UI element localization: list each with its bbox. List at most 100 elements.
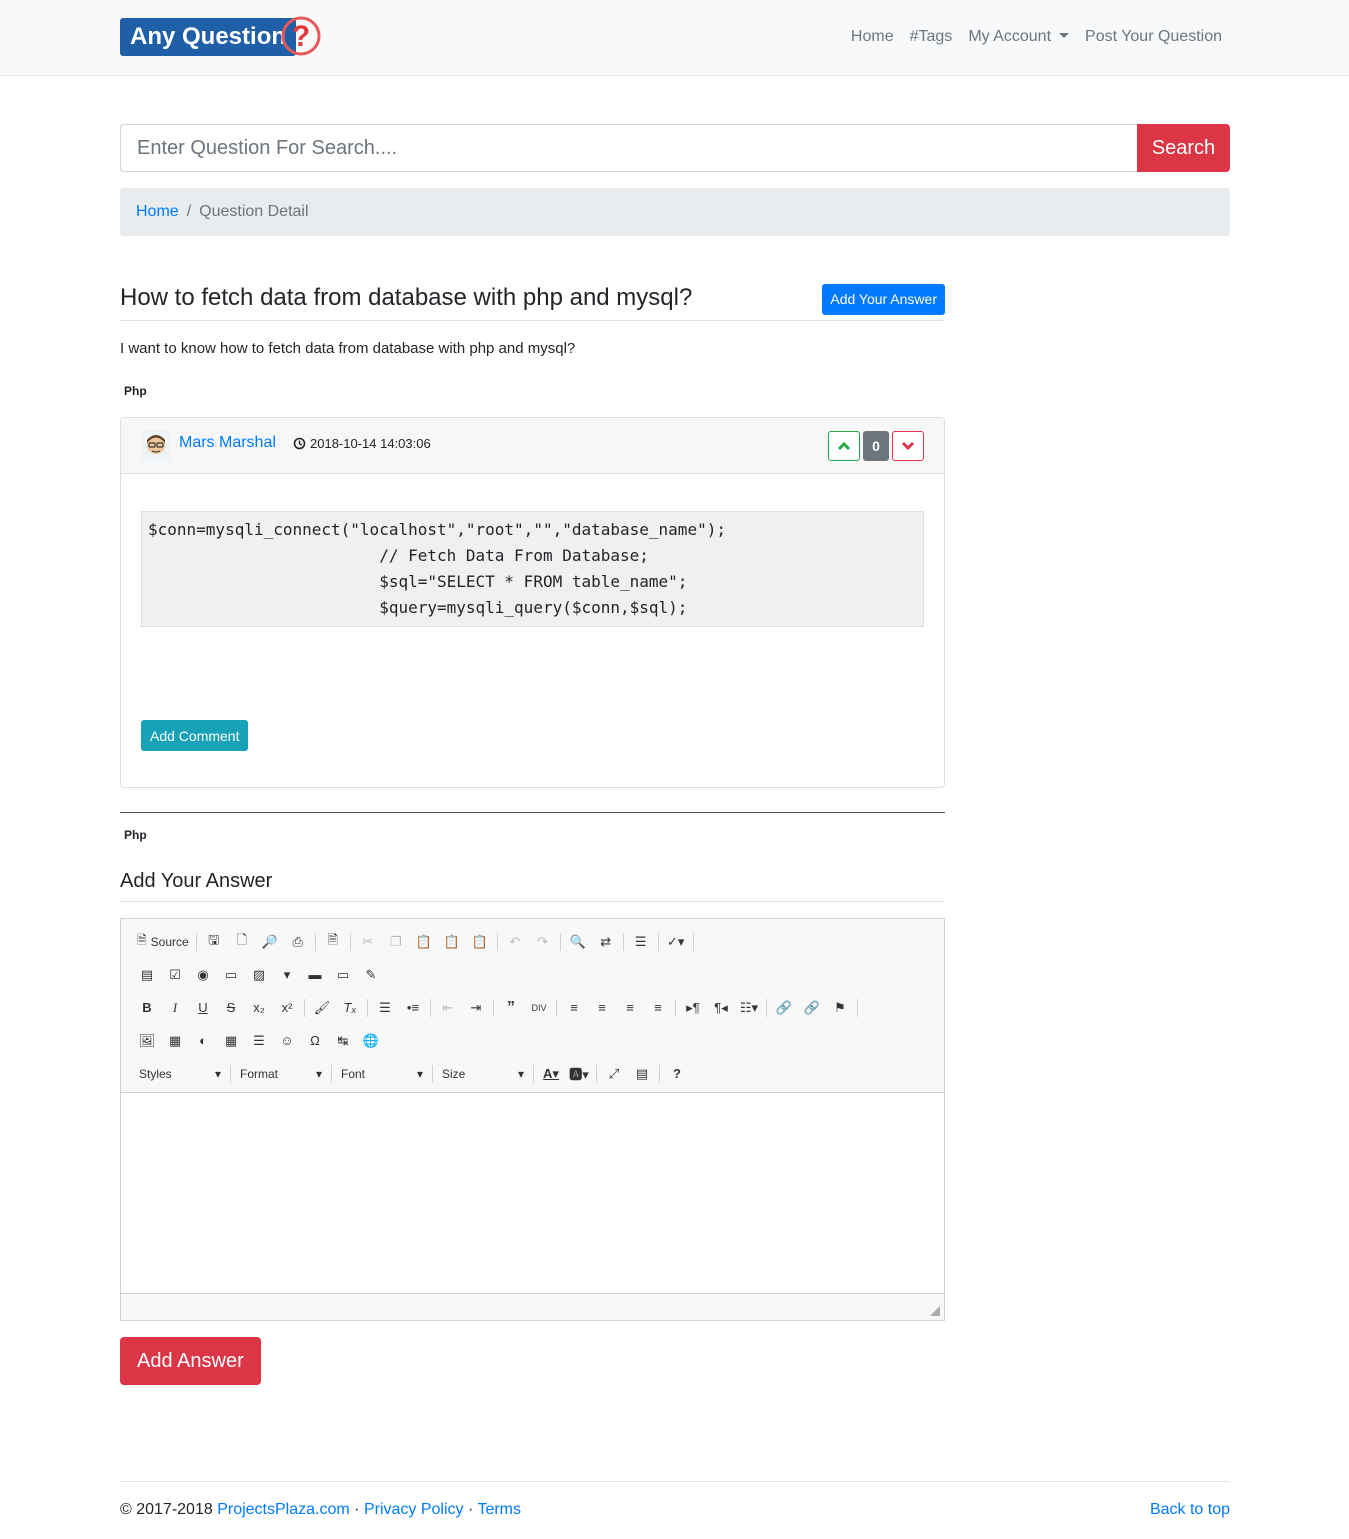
align-right-icon[interactable]: ≡ <box>616 996 644 1020</box>
footer-site-link[interactable]: ProjectsPlaza.com <box>217 1501 350 1518</box>
footer-privacy-link[interactable]: Privacy Policy <box>364 1501 464 1518</box>
source-button[interactable]: 🗎 Source <box>133 930 193 954</box>
subscript-icon[interactable]: x₂ <box>245 996 273 1020</box>
print-icon[interactable]: ⎙ <box>284 930 312 954</box>
help-icon[interactable]: ? <box>663 1062 691 1086</box>
toolbar-separator <box>559 932 561 951</box>
nav-home[interactable]: Home <box>851 24 894 50</box>
paste-word-icon[interactable]: 📋 <box>466 930 494 954</box>
link-icon[interactable]: 🔗 <box>770 996 798 1020</box>
undo-icon[interactable]: ↶ <box>501 930 529 954</box>
special-char-icon[interactable]: Ω <box>301 1029 329 1053</box>
answer-author[interactable]: Mars Marshal <box>179 434 276 452</box>
footer-terms-link[interactable]: Terms <box>477 1501 521 1518</box>
textfield-icon[interactable]: ▭ <box>217 963 245 987</box>
unlink-icon[interactable]: 🔗 <box>798 996 826 1020</box>
create-div-icon[interactable]: DIV <box>525 996 553 1020</box>
indent-icon[interactable]: ⇥ <box>462 996 490 1020</box>
language-icon[interactable]: ☷▾ <box>735 996 763 1020</box>
italic-icon[interactable]: I <box>161 996 189 1020</box>
save-icon[interactable]: 🖫 <box>200 930 228 954</box>
add-comment-button[interactable]: Add Comment <box>141 720 249 751</box>
page-break-icon[interactable]: ↹ <box>329 1029 357 1053</box>
add-answer-heading: Add Your Answer <box>120 870 273 892</box>
button-field-icon[interactable]: ▬ <box>301 963 329 987</box>
replace-icon[interactable]: ⇄ <box>592 930 620 954</box>
form-icon[interactable]: ▤ <box>133 963 161 987</box>
spellcheck-icon[interactable]: ✓▾ <box>662 930 690 954</box>
table-icon[interactable]: ▦ <box>217 1029 245 1053</box>
add-your-answer-button[interactable]: Add Your Answer <box>822 284 945 315</box>
anchor-flag-icon[interactable]: ⚑ <box>826 996 854 1020</box>
size-dropdown[interactable]: Size ▾ <box>436 1062 530 1086</box>
blockquote-icon[interactable]: ” <box>497 996 525 1020</box>
brand-logo[interactable]: Any Question ? <box>120 12 322 64</box>
numbered-list-icon[interactable]: ☰ <box>371 996 399 1020</box>
preview-icon[interactable]: 🔎 <box>256 930 284 954</box>
horizontal-line-icon[interactable]: ☰ <box>245 1029 273 1053</box>
bg-color-icon[interactable]: 🅰▾ <box>565 1062 593 1086</box>
question-title: How to fetch data from database with php… <box>120 284 693 311</box>
copy-format-icon[interactable]: 🖌 <box>308 996 336 1020</box>
superscript-icon[interactable]: x² <box>273 996 301 1020</box>
select-field-icon[interactable]: ▾ <box>273 963 301 987</box>
answer-card-header: Mars Marshal 2018-10-14 14:03:06 0 <box>121 418 944 474</box>
paste-text-icon[interactable]: 📋 <box>438 930 466 954</box>
downvote-button[interactable] <box>892 431 924 461</box>
iframe-globe-icon[interactable]: 🌐 <box>357 1029 385 1053</box>
strikethrough-icon[interactable]: S <box>217 996 245 1020</box>
copy-icon[interactable]: ❐ <box>382 930 410 954</box>
smiley-icon[interactable]: ☺ <box>273 1029 301 1053</box>
back-to-top-link[interactable]: Back to top <box>1150 1501 1230 1519</box>
checkbox-icon[interactable]: ☑ <box>161 963 189 987</box>
hidden-field-icon[interactable]: ✎ <box>357 963 385 987</box>
paste-icon[interactable]: 📋 <box>410 930 438 954</box>
maximize-icon[interactable]: ⤢ <box>600 1062 628 1086</box>
rtl-icon[interactable]: ¶◂ <box>707 996 735 1020</box>
font-dropdown[interactable]: Font ▾ <box>335 1062 429 1086</box>
editor-content-area[interactable] <box>121 1093 944 1293</box>
toolbar-row: ▤ ☑ ◉ ▭ ▨ ▾ ▬ ▭ ✎ <box>133 958 944 991</box>
image-button-icon[interactable]: ▭ <box>329 963 357 987</box>
new-page-icon[interactable]: 🗋 <box>228 930 256 954</box>
footer-dot: · <box>354 1501 360 1518</box>
format-dropdown[interactable]: Format ▾ <box>234 1062 328 1086</box>
question-mark-icon: ? <box>281 16 321 56</box>
resize-grip-icon[interactable] <box>930 1306 940 1316</box>
select-all-icon[interactable]: ☰ <box>627 930 655 954</box>
cut-icon[interactable]: ✂ <box>354 930 382 954</box>
search-button[interactable]: Search <box>1137 124 1230 172</box>
outdent-icon[interactable]: ⇤ <box>434 996 462 1020</box>
search-input[interactable] <box>120 124 1137 172</box>
ltr-icon[interactable]: ▸¶ <box>679 996 707 1020</box>
textarea-icon[interactable]: ▨ <box>245 963 273 987</box>
remove-format-icon[interactable]: Tₓ <box>336 996 364 1020</box>
toolbar-separator <box>432 1064 433 1083</box>
flash-icon[interactable]: ▦ <box>161 1029 189 1053</box>
styles-dropdown[interactable]: Styles ▾ <box>133 1062 227 1086</box>
align-center-icon[interactable]: ≡ <box>588 996 616 1020</box>
add-answer-submit-button[interactable]: Add Answer <box>120 1337 261 1385</box>
upvote-button[interactable] <box>828 431 860 461</box>
text-color-icon[interactable]: A▾ <box>537 1062 565 1086</box>
radio-icon[interactable]: ◉ <box>189 963 217 987</box>
breadcrumb-home[interactable]: Home <box>136 203 179 220</box>
align-left-icon[interactable]: ≡ <box>560 996 588 1020</box>
toolbar-separator <box>596 1064 597 1083</box>
underline-icon[interactable]: U <box>189 996 217 1020</box>
answer-tag[interactable]: Php <box>120 826 151 844</box>
html5-video-icon[interactable]: ◐ <box>189 1029 217 1053</box>
svg-text:?: ? <box>292 20 310 53</box>
redo-icon[interactable]: ↷ <box>529 930 557 954</box>
bold-icon[interactable]: B <box>133 996 161 1020</box>
nav-my-account[interactable]: My Account <box>968 24 1070 50</box>
show-blocks-icon[interactable]: ▤ <box>628 1062 656 1086</box>
nav-tags[interactable]: #Tags <box>910 24 953 50</box>
find-icon[interactable]: 🔍 <box>564 930 592 954</box>
justify-icon[interactable]: ≡ <box>644 996 672 1020</box>
question-tag[interactable]: Php <box>120 382 151 400</box>
nav-post-question[interactable]: Post Your Question <box>1085 24 1222 50</box>
image-icon[interactable]: 🖼 <box>133 1029 161 1053</box>
bulleted-list-icon[interactable]: •≡ <box>399 996 427 1020</box>
templates-icon[interactable]: 🗎 <box>319 930 347 954</box>
